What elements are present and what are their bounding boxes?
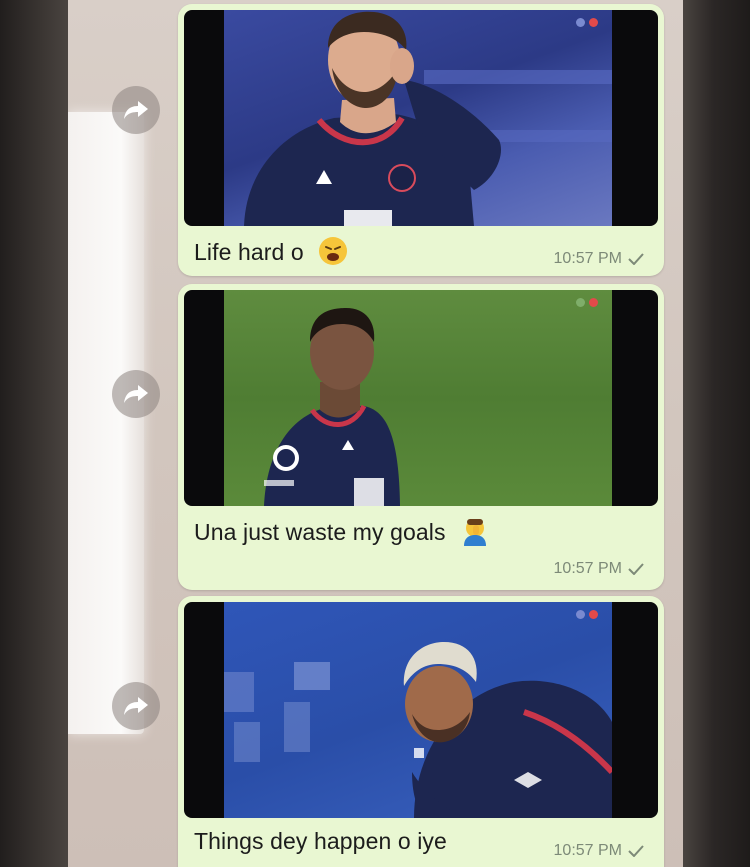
player-image-illustration [264,308,400,506]
player-image-illustration [224,642,612,818]
forward-button-2[interactable] [112,370,160,418]
message-image-1[interactable] [184,10,658,226]
screen-glare [68,112,144,734]
message-caption-3: Things dey happen o iye [194,828,447,854]
photo-frame-left [0,0,68,867]
message-meta-2: 10:57 PM [554,560,644,578]
weary-face-emoji [318,236,348,272]
single-check-icon [628,563,644,575]
message-time-2: 10:57 PM [553,560,622,577]
message-caption-1: Life hard o [194,236,348,272]
message-image-3[interactable] [184,602,658,818]
message-caption-2: Una just waste my goals [194,516,490,552]
broadcast-logo [576,610,598,619]
photo-frame-right [683,0,750,867]
message-bubble-3[interactable]: Things dey happen o iye 10:57 PM [178,596,664,867]
message-time-1: 10:57 PM [553,250,622,267]
broadcast-logo [576,298,598,307]
message-meta-3: 10:57 PM [554,842,644,860]
message-bubble-1[interactable]: Life hard o 10:57 PM [178,4,664,276]
broadcast-logo [576,18,598,27]
single-check-icon [628,253,644,265]
message-meta-1: 10:57 PM [554,250,644,268]
single-check-icon [628,845,644,857]
message-time-3: 10:57 PM [553,842,622,859]
forward-button-3[interactable] [112,682,160,730]
forward-button-1[interactable] [112,86,160,134]
chat-conversation: Life hard o 10:57 PM Una just waste my g… [68,0,683,867]
person-facepalming-emoji [460,516,490,552]
message-bubble-2[interactable]: Una just waste my goals 10:57 PM [178,284,664,590]
message-image-2[interactable] [184,290,658,506]
player-image-illustration [244,11,612,226]
forward-arrow-icon [124,385,148,403]
forward-arrow-icon [124,697,148,715]
forward-arrow-icon [124,101,148,119]
